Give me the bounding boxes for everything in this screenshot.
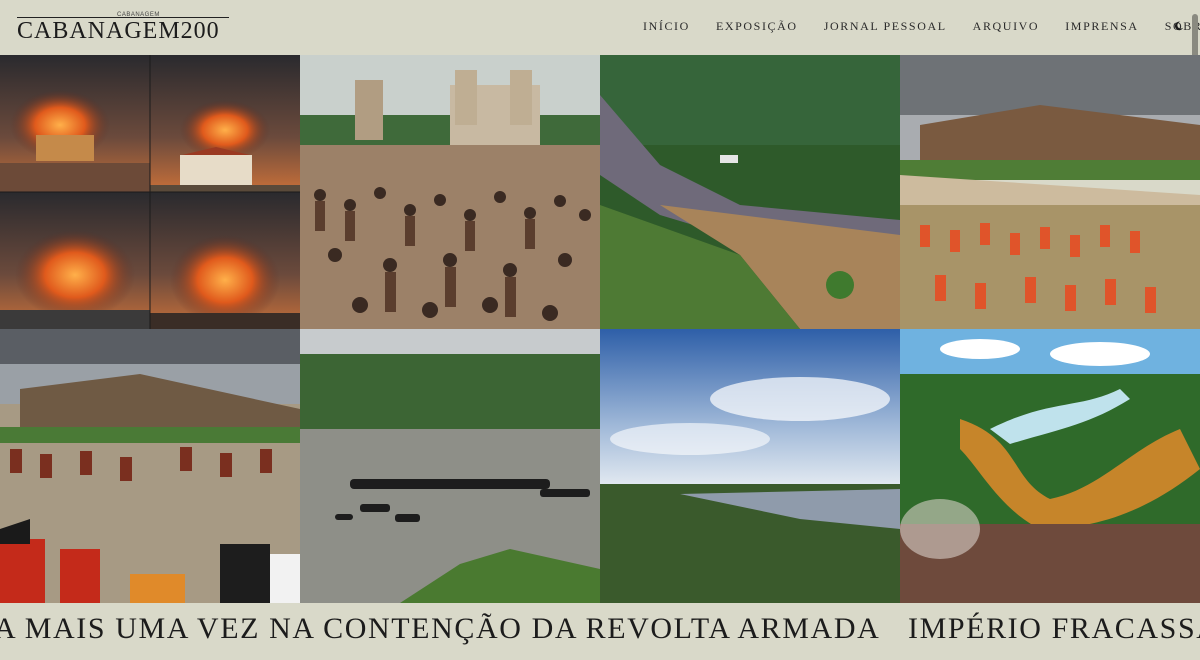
nav-item-inicio[interactable]: INÍCIO bbox=[643, 19, 690, 35]
site-logo[interactable]: CABANAGEM CABANAGEM200 bbox=[17, 9, 237, 49]
gallery-tile-procession-forest-road[interactable] bbox=[600, 55, 900, 329]
forest-fire-image bbox=[900, 329, 1200, 603]
gallery-tile-crowd-before-cathedral[interactable] bbox=[300, 55, 600, 329]
fort-burning-image bbox=[0, 55, 300, 329]
gallery-tile-amazon-river-aerial[interactable] bbox=[600, 329, 900, 603]
gallery-tile-fort-with-red-uniformed-troops[interactable] bbox=[900, 55, 1200, 329]
ticker-headline-2[interactable]: IMPÉRIO FRACASSA bbox=[908, 612, 1200, 646]
gallery-tile-forest-fire-crowd[interactable] bbox=[900, 329, 1200, 603]
fort-crowd-image bbox=[0, 329, 300, 603]
crowd-cathedral-image bbox=[300, 55, 600, 329]
procession-road-image bbox=[600, 55, 900, 329]
nav-item-arquivo[interactable]: ARQUIVO bbox=[973, 19, 1040, 35]
gallery-tile-fort-with-costumed-crowd[interactable] bbox=[0, 329, 300, 603]
main-nav: INÍCIO EXPOSIÇÃO JORNAL PESSOAL ARQUIVO … bbox=[643, 19, 1200, 35]
theme-toggle-button[interactable] bbox=[1171, 18, 1187, 34]
nav-item-jornal-pessoal[interactable]: JORNAL PESSOAL bbox=[824, 19, 947, 35]
ticker-headline-1[interactable]: A MAIS UMA VEZ NA CONTENÇÃO DA REVOLTA A… bbox=[0, 612, 880, 646]
gallery-tile-boats-crossing-river[interactable] bbox=[300, 329, 600, 603]
gallery-grid bbox=[0, 55, 1200, 603]
moon-icon bbox=[1174, 21, 1184, 31]
site-header: CABANAGEM CABANAGEM200 INÍCIO EXPOSIÇÃO … bbox=[0, 0, 1200, 55]
nav-item-imprensa[interactable]: IMPRENSA bbox=[1065, 19, 1138, 35]
river-aerial-image bbox=[600, 329, 900, 603]
fort-troops-image bbox=[900, 55, 1200, 329]
headline-ticker: A MAIS UMA VEZ NA CONTENÇÃO DA REVOLTA A… bbox=[0, 603, 1200, 660]
logo-wordmark: CABANAGEM200 bbox=[17, 18, 220, 44]
river-boats-image bbox=[300, 329, 600, 603]
nav-item-exposicao[interactable]: EXPOSIÇÃO bbox=[716, 19, 798, 35]
gallery-tile-fort-burning-storm-collage[interactable] bbox=[0, 55, 300, 329]
